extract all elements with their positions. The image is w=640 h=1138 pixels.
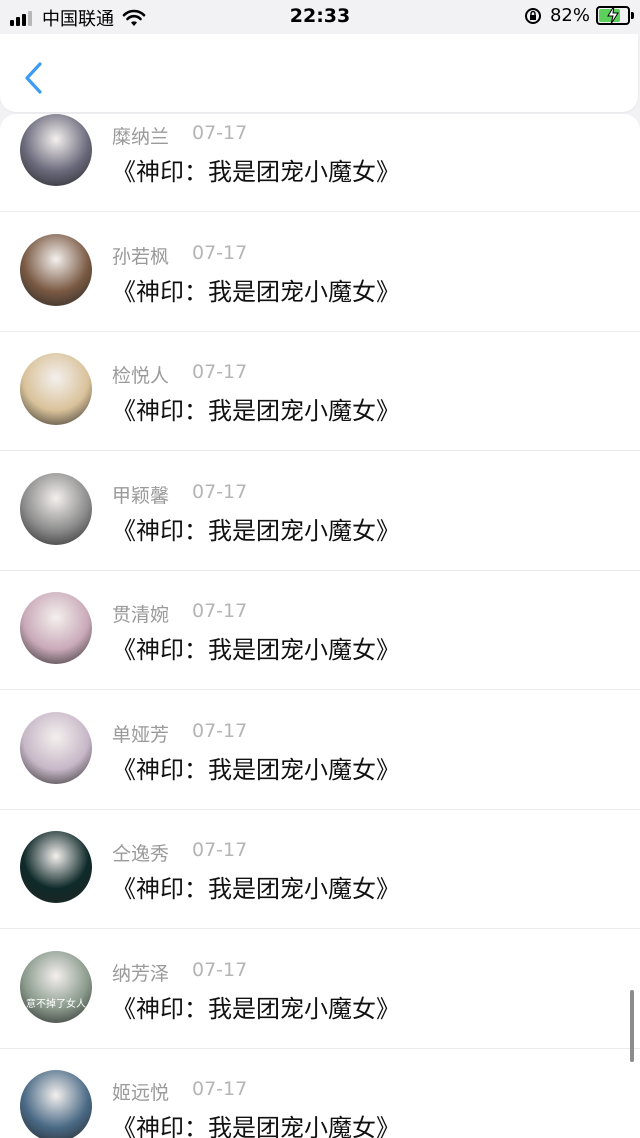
user-name[interactable]: 孙若枫	[112, 242, 169, 269]
comment-item[interactable]: 糜纳兰 07-17 《神印：我是团宠小魔女》	[0, 114, 640, 233]
divider	[0, 450, 640, 451]
divider	[0, 330, 640, 332]
user-name[interactable]: 甲颖馨	[112, 481, 169, 508]
avatar[interactable]	[20, 592, 92, 664]
book-title[interactable]: 《神印：我是团宠小魔女》	[112, 272, 400, 307]
avatar[interactable]: 意不掉了女人	[20, 950, 92, 1023]
divider	[0, 569, 640, 571]
comment-item[interactable]: 检悦人 07-17 《神印：我是团宠小魔女》	[0, 353, 640, 472]
comment-item[interactable]: 甲颖馨 07-17 《神印：我是团宠小魔女》	[0, 472, 640, 592]
battery-percent: 82%	[549, 5, 590, 26]
comment-item[interactable]: 姬远悦 07-17 《神印：我是团宠小魔女》	[0, 1070, 640, 1138]
divider	[0, 1047, 640, 1049]
user-name[interactable]: 检悦人	[112, 361, 169, 388]
comment-list[interactable]: 糜纳兰 07-17 《神印：我是团宠小魔女》 孙若枫 07-17 《神印：我是团宠小魔女》…	[0, 114, 640, 1138]
book-title[interactable]: 《神印：我是团宠小魔女》	[112, 511, 400, 546]
book-title[interactable]: 《神印：我是团宠小魔女》	[112, 869, 400, 904]
user-name[interactable]: 单娅芳	[112, 720, 169, 747]
comment-date: 07-17	[192, 958, 248, 981]
book-title[interactable]: 《神印：我是团宠小魔女》	[112, 630, 400, 665]
comment-date: 07-17	[192, 719, 248, 742]
user-name[interactable]: 贯清婉	[112, 600, 169, 627]
battery-icon	[596, 6, 634, 25]
screen: 中国联通 22:33 82% 糜纳兰 07-17 《神印：我是团宠小魔女》 孙若…	[0, 0, 640, 1138]
book-title[interactable]: 《神印：我是团宠小魔女》	[112, 152, 400, 187]
scroll-indicator[interactable]	[630, 990, 634, 1062]
comment-date: 07-17	[192, 241, 248, 264]
comment-date: 07-17	[192, 839, 248, 861]
comment-item[interactable]: 仝逸秀 07-17 《神印：我是团宠小魔女》	[0, 831, 640, 950]
back-chevron-icon[interactable]	[20, 60, 48, 96]
user-name[interactable]: 纳芳泽	[112, 959, 169, 986]
book-title[interactable]: 《神印：我是团宠小魔女》	[112, 391, 400, 426]
comment-item[interactable]: 贯清婉 07-17 《神印：我是团宠小魔女》	[0, 592, 640, 711]
user-name[interactable]: 仝逸秀	[112, 839, 169, 866]
status-bar: 中国联通 22:33 82%	[0, 0, 640, 34]
avatar[interactable]	[20, 233, 92, 306]
book-title[interactable]: 《神印：我是团宠小魔女》	[112, 1108, 400, 1138]
comment-item[interactable]: 单娅芳 07-17 《神印：我是团宠小魔女》	[0, 711, 640, 831]
status-right: 82%	[524, 5, 634, 26]
comment-date: 07-17	[192, 361, 248, 383]
divider	[0, 928, 640, 929]
divider	[0, 211, 640, 212]
avatar[interactable]	[20, 1070, 92, 1138]
rotation-lock-icon	[524, 7, 541, 24]
comment-date: 07-17	[192, 600, 248, 622]
comment-date: 07-17	[192, 480, 248, 503]
user-name[interactable]: 姬远悦	[112, 1078, 169, 1105]
divider	[0, 808, 640, 810]
user-name[interactable]: 糜纳兰	[112, 122, 169, 149]
avatar[interactable]	[20, 353, 92, 425]
avatar[interactable]	[20, 711, 92, 784]
avatar[interactable]	[20, 114, 92, 186]
comment-date: 07-17	[192, 1078, 248, 1100]
comment-item[interactable]: 孙若枫 07-17 《神印：我是团宠小魔女》	[0, 233, 640, 353]
avatar[interactable]	[20, 472, 92, 545]
comment-date: 07-17	[192, 122, 248, 144]
nav-bar	[0, 34, 638, 112]
book-title[interactable]: 《神印：我是团宠小魔女》	[112, 989, 400, 1024]
book-title[interactable]: 《神印：我是团宠小魔女》	[112, 750, 400, 785]
comment-item[interactable]: 意不掉了女人 纳芳泽 07-17 《神印：我是团宠小魔女》	[0, 950, 640, 1070]
divider	[0, 689, 640, 690]
avatar-caption: 意不掉了女人	[26, 998, 86, 1010]
avatar[interactable]	[20, 831, 92, 903]
